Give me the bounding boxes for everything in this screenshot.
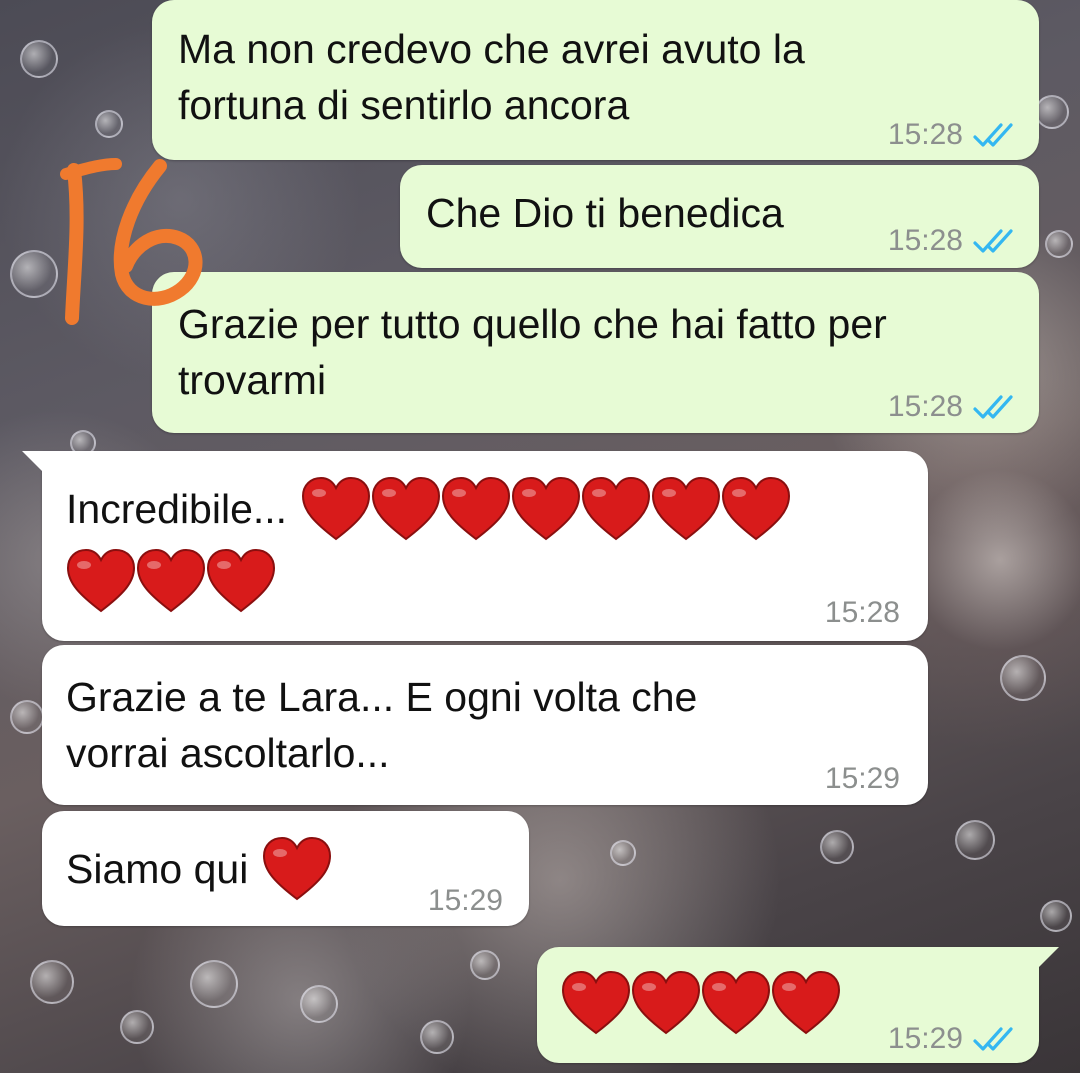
message-meta: 15:28 [888, 213, 1017, 269]
message-time: 15:28 [824, 596, 900, 629]
message-bubble-incoming[interactable]: Incredibile... 15:28 [22, 451, 928, 641]
message-meta: 15:28 [888, 379, 1017, 435]
red-heart-icon [701, 971, 771, 1035]
red-heart-icon [631, 971, 701, 1035]
red-heart-icon [136, 549, 206, 613]
chat-screen: Ma non credevo che avrei avuto la fortun… [0, 0, 1080, 1073]
message-time: 15:29 [427, 884, 503, 917]
message-meta: 15:28 [825, 585, 900, 641]
bubble-tail [22, 451, 48, 477]
message-time: 15:29 [824, 762, 900, 795]
message-text-row: Siamo qui [66, 833, 332, 905]
red-heart-icon [262, 837, 332, 901]
double-check-icon [973, 395, 1013, 419]
red-heart-icon [581, 477, 651, 541]
message-time: 15:28 [887, 390, 963, 423]
red-heart-icon [66, 549, 136, 613]
double-check-icon [973, 123, 1013, 147]
red-heart-icon [721, 477, 791, 541]
message-text: fortuna di sentirlo ancora [178, 82, 630, 128]
message-meta: 15:29 [428, 873, 503, 929]
message-emoji-row [561, 967, 841, 1039]
message-text: Che Dio ti benedica [426, 190, 784, 236]
message-text: vorrai ascoltarlo... [66, 730, 390, 776]
message-text: Siamo qui [66, 846, 249, 892]
message-text: Incredibile... [66, 486, 288, 532]
message-bubble-outgoing[interactable]: Grazie per tutto quello che hai fatto pe… [152, 272, 1039, 433]
message-bubble-incoming[interactable]: Grazie a te Lara... E ogni volta che vor… [42, 645, 928, 805]
message-text-row: Incredibile... [66, 473, 791, 545]
message-meta: 15:29 [825, 751, 900, 807]
red-heart-icon [771, 971, 841, 1035]
message-meta: 15:29 [888, 1011, 1017, 1067]
bubble-tail [1033, 947, 1059, 973]
message-bubble-incoming[interactable]: Siamo qui 15:29 [42, 811, 529, 926]
double-check-icon [973, 229, 1013, 253]
message-time: 15:29 [887, 1022, 963, 1055]
red-heart-icon [371, 477, 441, 541]
red-heart-icon [301, 477, 371, 541]
message-time: 15:28 [887, 224, 963, 257]
message-bubble-outgoing[interactable]: 15:29 [537, 947, 1059, 1063]
message-bubble-outgoing[interactable]: Che Dio ti benedica 15:28 [400, 165, 1039, 268]
red-heart-icon [511, 477, 581, 541]
handwritten-number-overlay [60, 158, 203, 325]
message-meta: 15:28 [888, 107, 1017, 163]
message-text: trovarmi [178, 357, 327, 403]
double-check-icon [973, 1027, 1013, 1051]
message-bubble-outgoing[interactable]: Ma non credevo che avrei avuto la fortun… [152, 0, 1039, 160]
red-heart-icon [651, 477, 721, 541]
message-text: Grazie per tutto quello che hai fatto pe… [178, 301, 887, 347]
red-heart-icon [441, 477, 511, 541]
message-text: Grazie a te Lara... E ogni volta che [66, 674, 698, 720]
red-heart-icon [206, 549, 276, 613]
message-emoji-row [66, 545, 276, 617]
message-time: 15:28 [887, 118, 963, 151]
message-text: Ma non credevo che avrei avuto la [178, 26, 805, 72]
red-heart-icon [561, 971, 631, 1035]
